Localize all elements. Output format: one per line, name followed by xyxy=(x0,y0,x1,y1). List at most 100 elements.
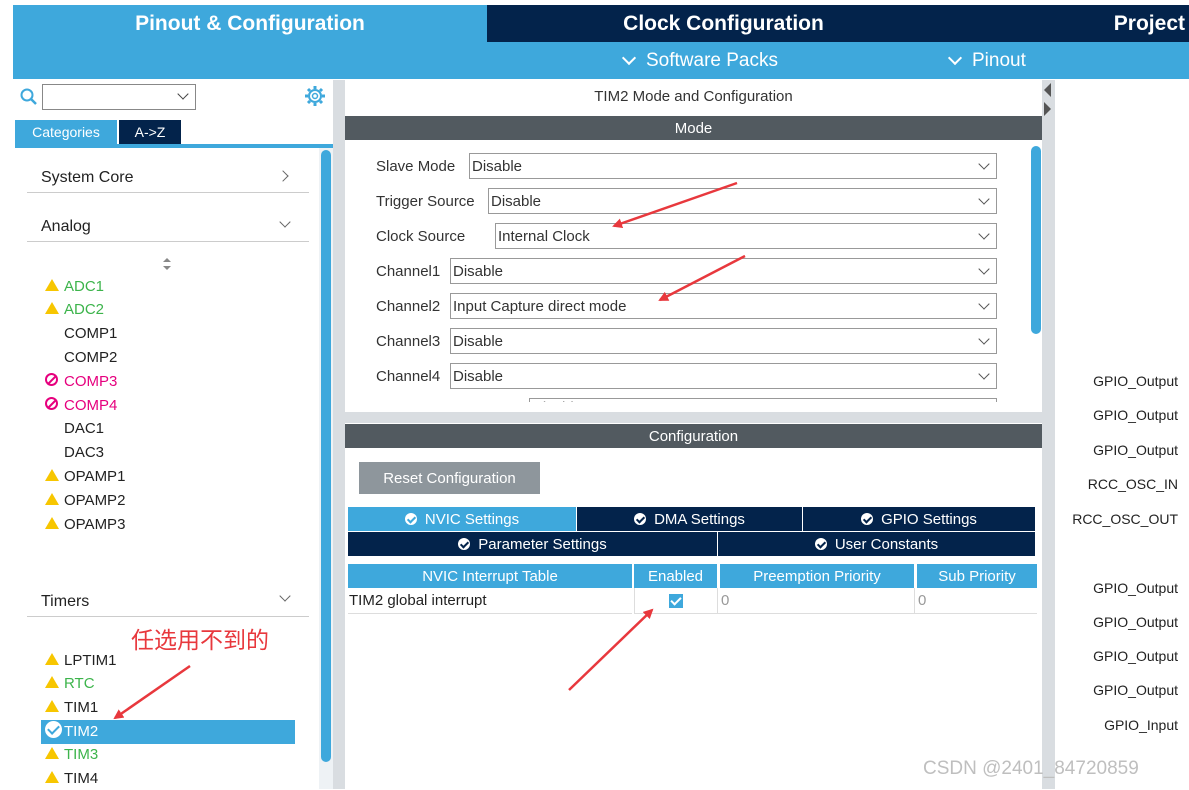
chevron-down-icon[interactable] xyxy=(978,193,990,205)
mode-label: Channel2 xyxy=(376,297,441,315)
mode-select-channel4[interactable]: Disable xyxy=(450,363,997,389)
peripheral-item-lptim1[interactable]: LPTIM1 xyxy=(45,649,117,671)
warning-icon xyxy=(45,492,64,509)
peripheral-item-adc2[interactable]: ADC2 xyxy=(45,299,104,321)
tab-dma-settings[interactable]: DMA Settings xyxy=(577,507,802,531)
gear-icon[interactable] xyxy=(304,85,326,107)
peripheral-label: TIM1 xyxy=(64,698,99,716)
chevron-down-icon[interactable] xyxy=(978,263,990,275)
table-cell-preemption[interactable]: 0 xyxy=(717,588,914,614)
column-header-enabled[interactable]: Enabled xyxy=(634,564,717,588)
pin-label[interactable]: RCC_OSC_OUT xyxy=(1072,511,1178,527)
chevron-down-icon[interactable] xyxy=(978,228,990,240)
select-value: Disable xyxy=(453,332,504,350)
panel-splitter-right[interactable] xyxy=(1042,80,1055,789)
chevron-down-icon[interactable] xyxy=(177,88,189,100)
pin-label[interactable]: GPIO_Output xyxy=(1093,373,1178,389)
peripheral-label: ADC2 xyxy=(64,301,105,319)
section-system-core[interactable]: System Core xyxy=(41,169,133,187)
section-timers[interactable]: Timers xyxy=(41,593,89,611)
column-header-sub-priority[interactable]: Sub Priority xyxy=(917,564,1037,588)
peripheral-label: OPAMP2 xyxy=(64,491,126,509)
peripheral-item-dac1[interactable]: DAC1 xyxy=(45,418,104,440)
tab-parameter-settings[interactable]: Parameter Settings xyxy=(348,532,717,556)
peripheral-label: RTC xyxy=(64,675,95,693)
tab-gpio-settings[interactable]: GPIO Settings xyxy=(803,507,1035,531)
enabled-checkbox[interactable] xyxy=(669,593,683,608)
search-icon[interactable] xyxy=(20,88,38,106)
peripheral-label: DAC1 xyxy=(64,420,105,438)
pin-label[interactable]: GPIO_Input xyxy=(1104,717,1178,733)
table-cell-enabled[interactable] xyxy=(634,588,717,614)
mode-select-channel2[interactable]: Input Capture direct mode xyxy=(450,293,997,319)
chevron-down-icon xyxy=(621,50,637,65)
pin-label[interactable]: GPIO_Output xyxy=(1093,442,1178,458)
chevron-down-icon[interactable] xyxy=(279,216,291,228)
peripheral-item-adc1[interactable]: ADC1 xyxy=(45,275,104,297)
chevron-down-icon[interactable] xyxy=(978,298,990,310)
software-packs-menu[interactable]: Software Packs xyxy=(621,42,778,79)
sort-icon[interactable] xyxy=(162,257,172,271)
scrollbar-thumb[interactable] xyxy=(1031,146,1041,334)
scrollbar-thumb[interactable] xyxy=(321,150,331,762)
peripheral-item-comp4[interactable]: COMP4 xyxy=(45,394,117,416)
peripheral-label: TIM4 xyxy=(64,770,99,787)
peripheral-item-tim4[interactable]: TIM4 xyxy=(45,768,98,790)
pin-label[interactable]: GPIO_Output xyxy=(1093,614,1178,630)
tab-a-to-z[interactable]: A->Z xyxy=(119,120,181,144)
tab-label: Parameter Settings xyxy=(478,535,607,553)
panel-splitter[interactable] xyxy=(333,80,345,789)
peripheral-item-comp3[interactable]: COMP3 xyxy=(45,370,117,392)
mode-label: Channel4 xyxy=(376,367,441,385)
peripheral-item-tim3[interactable]: TIM3 xyxy=(45,744,98,766)
peripheral-item-rtc[interactable]: RTC xyxy=(45,673,95,695)
section-analog[interactable]: Analog xyxy=(41,218,91,236)
search-input[interactable] xyxy=(42,84,196,110)
chevron-down-icon[interactable] xyxy=(279,590,291,602)
mode-select-channel3[interactable]: Disable xyxy=(450,328,997,354)
tab-nvic-settings[interactable]: NVIC Settings xyxy=(348,507,576,531)
tab-pinout-configuration[interactable]: Pinout & Configuration xyxy=(13,5,487,42)
peripheral-item-comp2[interactable]: COMP2 xyxy=(45,346,117,368)
chevron-down-icon[interactable] xyxy=(978,158,990,170)
peripheral-item-tim1[interactable]: TIM1 xyxy=(45,696,98,718)
collapse-arrows-icon[interactable] xyxy=(1042,80,1052,120)
pin-label[interactable]: GPIO_Output xyxy=(1093,648,1178,664)
mode-select-trigger-source[interactable]: Disable xyxy=(488,188,997,214)
chevron-down-icon[interactable] xyxy=(978,333,990,345)
tab-user-constants[interactable]: User Constants xyxy=(718,532,1035,556)
column-header-nvic[interactable]: NVIC Interrupt Table xyxy=(348,564,632,588)
pin-label[interactable]: RCC_OSC_IN xyxy=(1088,476,1178,492)
table-cell-sub-priority[interactable]: 0 xyxy=(914,588,1037,614)
select-value: Input Capture direct mode xyxy=(453,297,627,315)
tab-categories[interactable]: Categories xyxy=(15,120,117,144)
page-title: TIM2 Mode and Configuration xyxy=(594,88,793,105)
mode-label: Slave Mode xyxy=(376,157,456,175)
chevron-down-icon[interactable] xyxy=(978,368,990,380)
mode-select-slave-mode[interactable]: Disable xyxy=(469,153,997,179)
section-splitter[interactable] xyxy=(345,412,1042,423)
pin-label[interactable]: GPIO_Output xyxy=(1093,682,1178,698)
mode-select-channel1[interactable]: Disable xyxy=(450,258,997,284)
peripheral-item-opamp2[interactable]: OPAMP2 xyxy=(45,489,125,511)
peripheral-label: COMP3 xyxy=(64,372,118,390)
pin-label[interactable]: GPIO_Output xyxy=(1093,580,1178,596)
mode-select-clock-source[interactable]: Internal Clock xyxy=(495,223,997,249)
column-header-preemption[interactable]: Preemption Priority xyxy=(720,564,914,588)
peripheral-item-opamp3[interactable]: OPAMP3 xyxy=(45,513,125,535)
tab-clock-configuration[interactable]: Clock Configuration xyxy=(487,5,960,42)
tab-underline xyxy=(15,144,333,148)
tab-project-manager[interactable]: Project xyxy=(960,5,1189,42)
annotation-text: 任选用不到的 xyxy=(131,627,269,653)
peripheral-item-dac3[interactable]: DAC3 xyxy=(45,442,104,464)
pin-label[interactable]: GPIO_Output xyxy=(1093,407,1178,423)
chevron-right-icon[interactable] xyxy=(277,170,289,182)
reset-configuration-button[interactable]: Reset Configuration xyxy=(359,462,540,494)
peripheral-item-comp1[interactable]: COMP1 xyxy=(45,323,117,345)
pinout-menu[interactable]: Pinout xyxy=(947,42,1026,79)
peripheral-item-opamp1[interactable]: OPAMP1 xyxy=(45,465,125,487)
select-value: Internal Clock xyxy=(498,227,590,245)
peripheral-item-tim2[interactable]: TIM2 xyxy=(45,720,98,742)
warning-icon xyxy=(45,652,64,669)
software-packs-label: Software Packs xyxy=(646,49,778,71)
